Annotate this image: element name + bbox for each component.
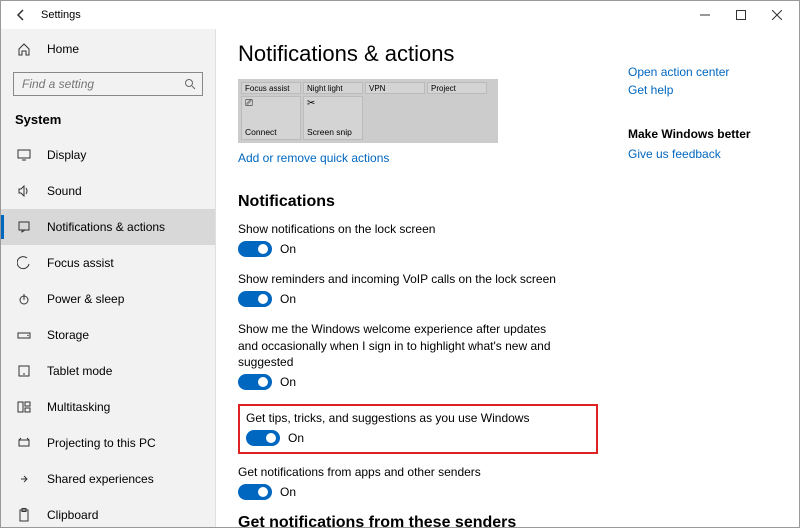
feedback-link[interactable]: Give us feedback xyxy=(628,147,779,161)
toggle-state: On xyxy=(288,431,304,445)
toggle-switch[interactable] xyxy=(246,430,280,446)
aside: Open action center Get help Make Windows… xyxy=(598,41,779,527)
sidebar-item-storage[interactable]: Storage xyxy=(1,317,215,353)
multitasking-icon xyxy=(15,401,33,413)
sidebar-item-label: Power & sleep xyxy=(47,292,124,306)
sidebar-item-notifications[interactable]: Notifications & actions xyxy=(1,209,215,245)
toggle-state: On xyxy=(280,375,296,389)
projecting-icon xyxy=(15,437,33,449)
sidebar-item-shared-experiences[interactable]: Shared experiences xyxy=(1,461,215,497)
sidebar: Home System Display Sound Notifications xyxy=(1,29,216,527)
storage-icon xyxy=(15,329,33,341)
sidebar-item-projecting[interactable]: Projecting to this PC xyxy=(1,425,215,461)
toggle-switch[interactable] xyxy=(238,291,272,307)
power-icon xyxy=(15,292,33,306)
snip-icon: ✂ xyxy=(307,99,359,109)
sound-icon xyxy=(15,185,33,197)
aside-heading: Make Windows better xyxy=(628,127,779,141)
setting-app-notifications: Get notifications from apps and other se… xyxy=(238,464,598,500)
connect-icon: ⎚ xyxy=(245,99,297,109)
get-help-link[interactable]: Get help xyxy=(628,83,779,97)
setting-voip-reminders: Show reminders and incoming VoIP calls o… xyxy=(238,271,598,307)
sidebar-item-label: Focus assist xyxy=(47,256,114,270)
sidebar-item-label: Display xyxy=(47,148,86,162)
setting-welcome-experience: Show me the Windows welcome experience a… xyxy=(238,321,598,390)
sidebar-item-display[interactable]: Display xyxy=(1,137,215,173)
notifications-icon xyxy=(15,221,33,233)
tablet-icon xyxy=(15,365,33,377)
setting-label: Show reminders and incoming VoIP calls o… xyxy=(238,271,558,287)
main-content: Notifications & actions Focus assist Nig… xyxy=(238,41,598,527)
toggle-state: On xyxy=(280,292,296,306)
home-icon xyxy=(15,42,33,56)
sidebar-section: System xyxy=(1,106,215,137)
back-button[interactable] xyxy=(11,4,33,26)
subhead-notifications: Notifications xyxy=(238,193,598,211)
qa-tile[interactable]: Project xyxy=(427,82,487,94)
sidebar-item-power-sleep[interactable]: Power & sleep xyxy=(1,281,215,317)
open-action-center-link[interactable]: Open action center xyxy=(628,65,779,79)
toggle-switch[interactable] xyxy=(238,484,272,500)
sidebar-item-label: Storage xyxy=(47,328,89,342)
sidebar-item-clipboard[interactable]: Clipboard xyxy=(1,497,215,527)
sidebar-item-label: Multitasking xyxy=(47,400,110,414)
sidebar-item-label: Projecting to this PC xyxy=(47,436,156,450)
sidebar-item-label: Sound xyxy=(47,184,82,198)
sidebar-item-label: Notifications & actions xyxy=(47,220,165,234)
focus-assist-icon xyxy=(15,256,33,270)
qa-tile[interactable]: Night light xyxy=(303,82,363,94)
display-icon xyxy=(15,149,33,161)
subhead-senders: Get notifications from these senders xyxy=(238,514,598,527)
toggle-switch[interactable] xyxy=(238,241,272,257)
setting-tips-tricks: Get tips, tricks, and suggestions as you… xyxy=(246,410,590,446)
clipboard-icon xyxy=(15,508,33,522)
qa-tile[interactable]: VPN xyxy=(365,82,425,94)
minimize-button[interactable] xyxy=(687,3,723,27)
shared-icon xyxy=(15,473,33,485)
sidebar-item-label: Clipboard xyxy=(47,508,98,522)
toggle-state: On xyxy=(280,485,296,499)
sidebar-item-home[interactable]: Home xyxy=(1,35,215,64)
sidebar-item-sound[interactable]: Sound xyxy=(1,173,215,209)
page-title: Notifications & actions xyxy=(238,41,598,67)
close-button[interactable] xyxy=(759,3,795,27)
setting-label: Show notifications on the lock screen xyxy=(238,221,558,237)
toggle-state: On xyxy=(280,242,296,256)
qa-tile[interactable]: Focus assist xyxy=(241,82,301,94)
setting-label: Get tips, tricks, and suggestions as you… xyxy=(246,410,566,426)
setting-label: Get notifications from apps and other se… xyxy=(238,464,558,480)
titlebar: Settings xyxy=(1,1,799,29)
sidebar-item-focus-assist[interactable]: Focus assist xyxy=(1,245,215,281)
qa-tile-connect[interactable]: ⎚Connect xyxy=(241,96,301,140)
window-title: Settings xyxy=(41,9,81,21)
sidebar-item-label: Tablet mode xyxy=(47,364,112,378)
home-label: Home xyxy=(47,42,79,56)
search-icon xyxy=(184,78,196,90)
search-input[interactable] xyxy=(22,77,184,91)
sidebar-item-multitasking[interactable]: Multitasking xyxy=(1,389,215,425)
qa-tile-screen-snip[interactable]: ✂Screen snip xyxy=(303,96,363,140)
maximize-button[interactable] xyxy=(723,3,759,27)
quick-actions-grid: Focus assist Night light VPN Project ⎚Co… xyxy=(238,79,498,143)
highlighted-setting: Get tips, tricks, and suggestions as you… xyxy=(238,404,598,454)
sidebar-item-tablet-mode[interactable]: Tablet mode xyxy=(1,353,215,389)
sidebar-item-label: Shared experiences xyxy=(47,472,154,486)
search-box[interactable] xyxy=(13,72,203,96)
add-remove-qa-link[interactable]: Add or remove quick actions xyxy=(238,151,389,165)
setting-lock-screen-notifications: Show notifications on the lock screen On xyxy=(238,221,598,257)
setting-label: Show me the Windows welcome experience a… xyxy=(238,321,558,370)
toggle-switch[interactable] xyxy=(238,374,272,390)
